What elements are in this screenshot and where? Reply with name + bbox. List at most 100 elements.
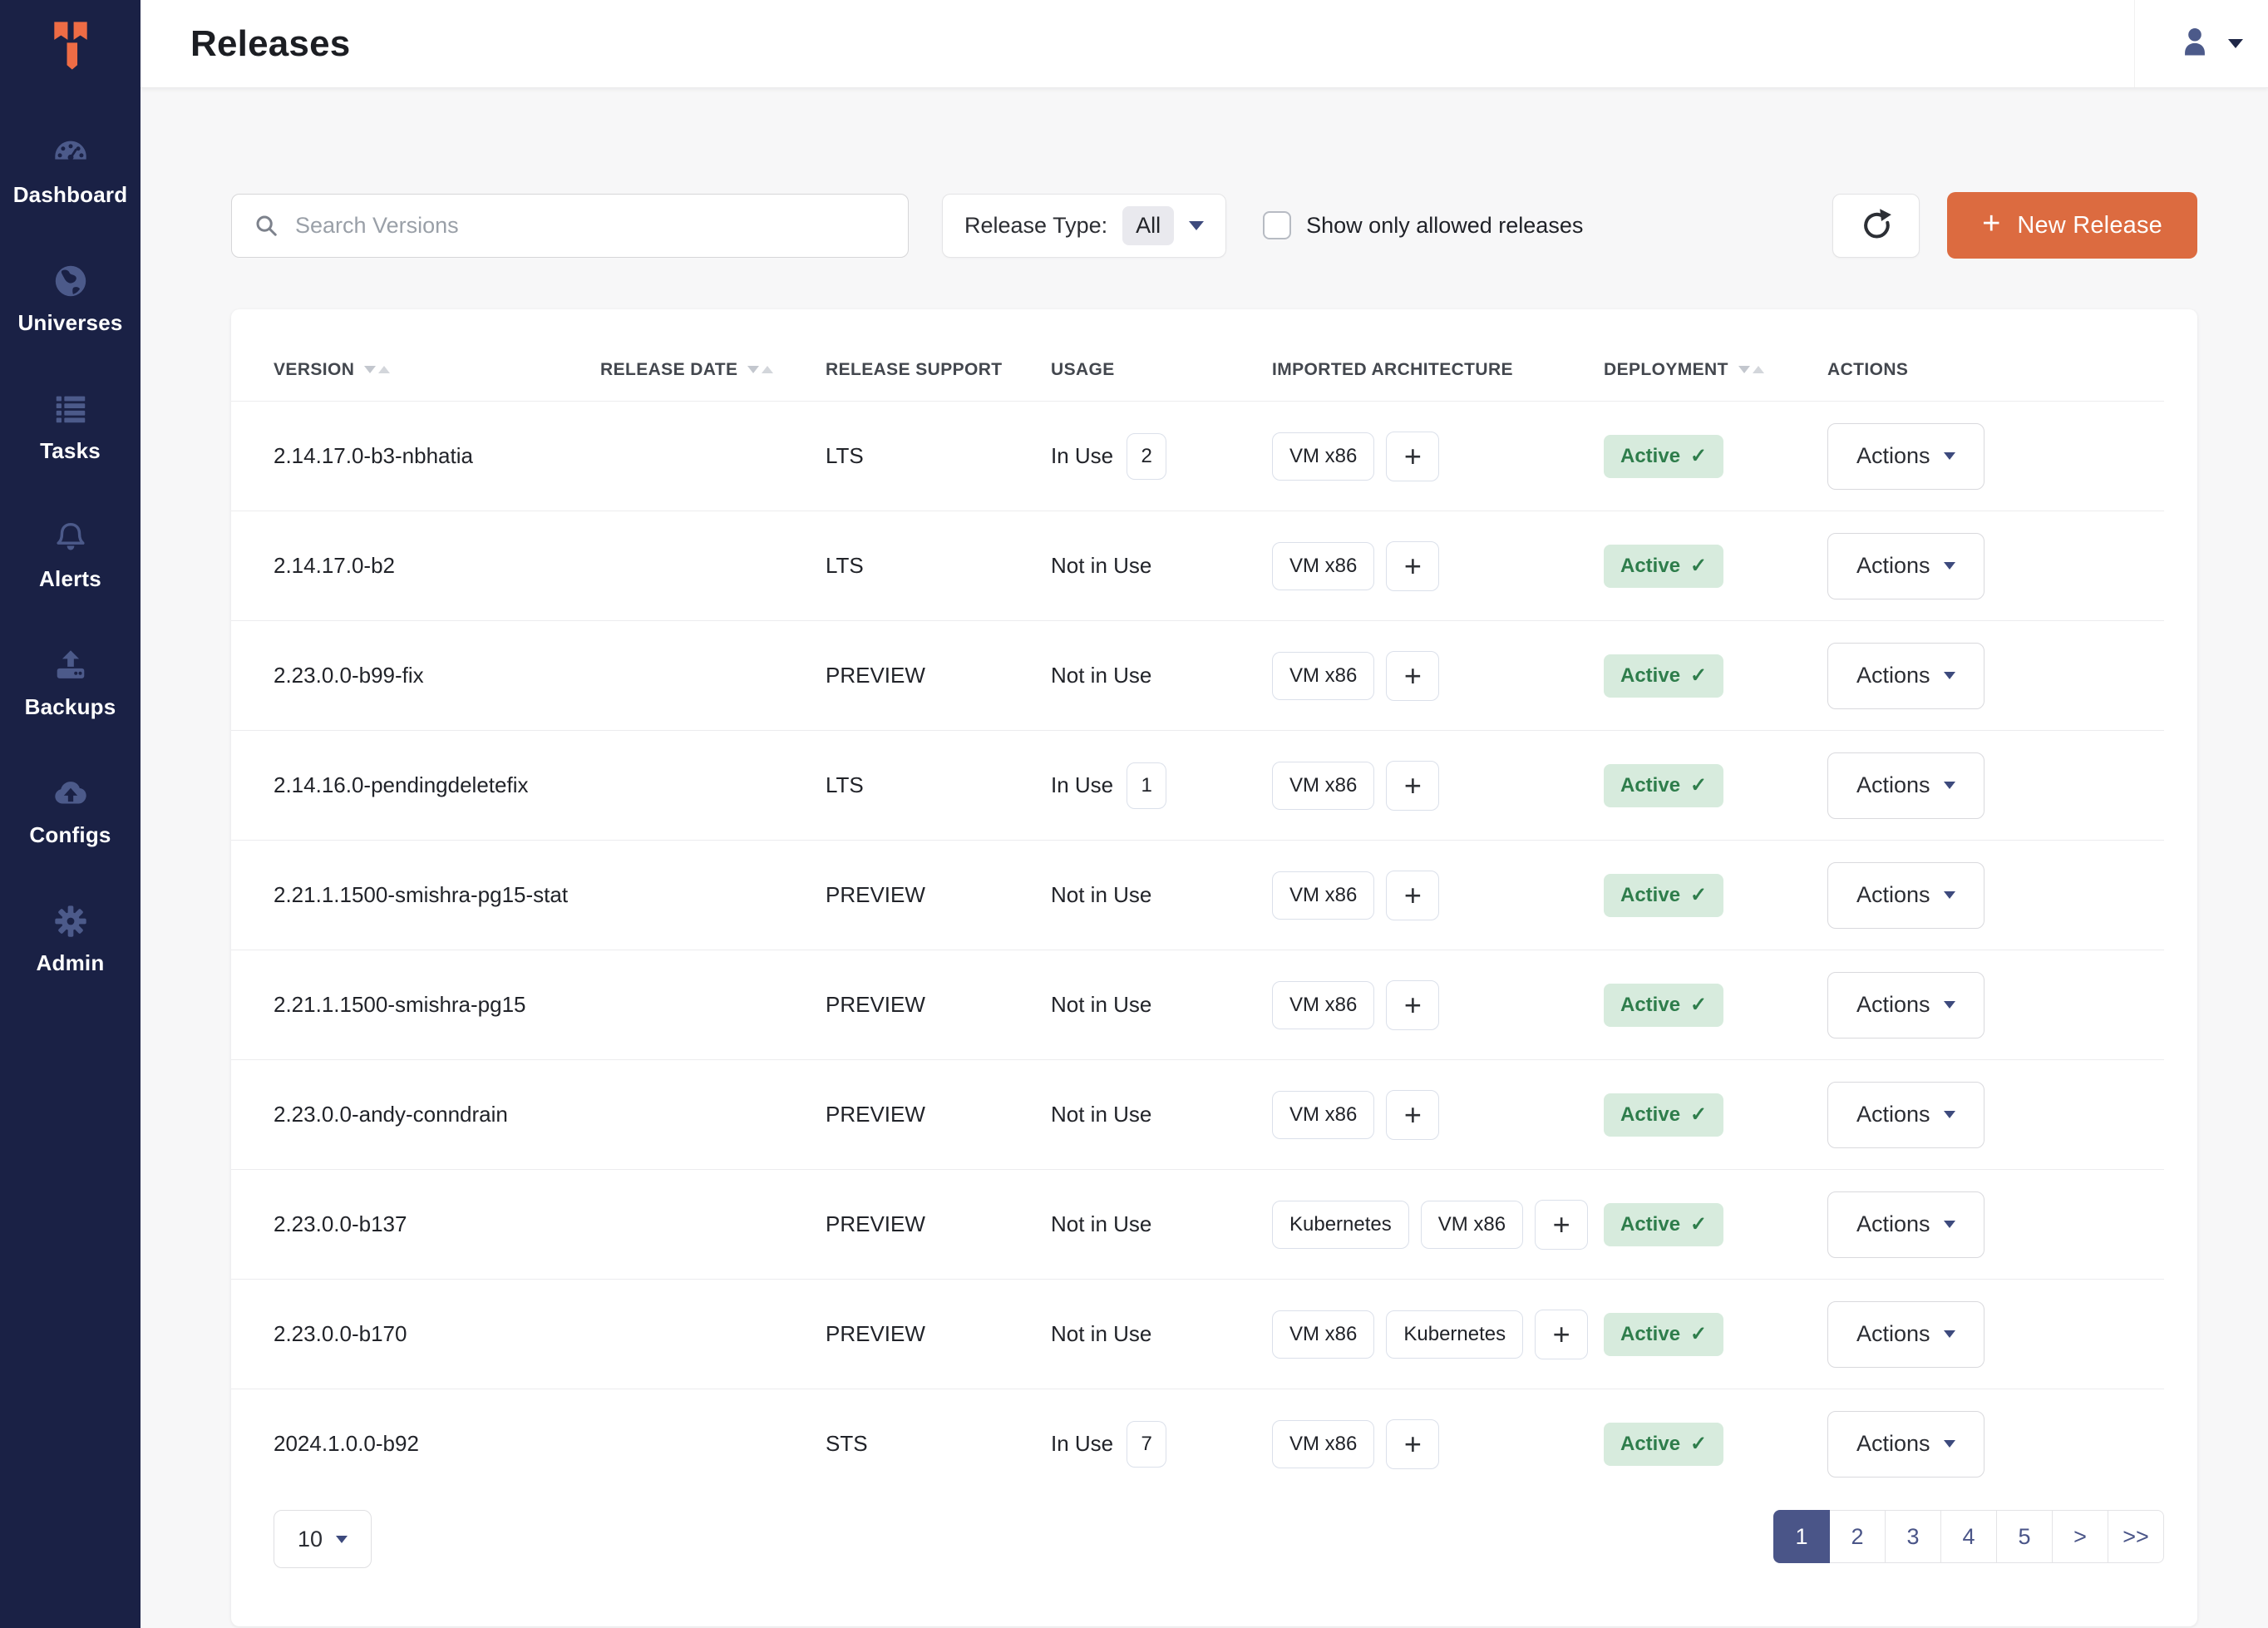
architecture-chip: VM x86: [1272, 1091, 1374, 1139]
architecture-chip: VM x86: [1272, 871, 1374, 920]
architecture-chip: VM x86: [1272, 432, 1374, 481]
column-header-label: VERSION: [274, 360, 354, 380]
sidebar: DashboardUniverses Tasks Alerts Backups Conf…: [0, 0, 141, 1628]
table-row[interactable]: 2.14.17.0-b3-nbhatiaLTSIn Use2VM x86+Act…: [231, 401, 2164, 511]
row-actions-button[interactable]: Actions: [1827, 1411, 1984, 1478]
show-allowed-checkbox[interactable]: [1263, 211, 1291, 239]
table-header-row: VERSION RELEASE DATERELEASE SUPPORTUSAGEI…: [231, 338, 2164, 401]
pagination-page-1[interactable]: 1: [1773, 1510, 1830, 1563]
search-input[interactable]: [293, 212, 886, 239]
row-actions-button[interactable]: Actions: [1827, 972, 1984, 1038]
pagination-next[interactable]: >: [2052, 1510, 2108, 1563]
check-icon: ✓: [1690, 883, 1707, 907]
add-architecture-button[interactable]: +: [1386, 651, 1439, 701]
version-text: 2.14.17.0-b3-nbhatia: [274, 443, 473, 468]
refresh-icon: [1858, 207, 1895, 244]
table-row[interactable]: 2.14.16.0-pendingdeletefixLTSIn Use1VM x…: [231, 730, 2164, 840]
sidebar-item-backups[interactable]: Backups: [0, 619, 141, 747]
user-menu-button[interactable]: [2135, 0, 2268, 87]
add-architecture-button[interactable]: +: [1535, 1310, 1588, 1359]
row-actions-button[interactable]: Actions: [1827, 423, 1984, 490]
add-architecture-button[interactable]: +: [1386, 761, 1439, 811]
row-actions-button[interactable]: Actions: [1827, 533, 1984, 599]
pagination-page-2[interactable]: 2: [1829, 1510, 1886, 1563]
plus-icon: +: [1404, 661, 1422, 691]
table-row[interactable]: 2.23.0.0-b170PREVIEWNot in UseVM x86Kube…: [231, 1279, 2164, 1389]
column-header-version[interactable]: VERSION: [274, 360, 600, 380]
plus-icon: +: [1404, 990, 1422, 1020]
table-row[interactable]: 2.23.0.0-b137PREVIEWNot in UseKubernetes…: [231, 1169, 2164, 1279]
sidebar-item-admin[interactable]: Admin: [0, 875, 141, 1003]
pagination-bar: 10 12345>>>: [231, 1510, 2164, 1568]
plus-icon: +: [1404, 1429, 1422, 1459]
column-header-deployment[interactable]: DEPLOYMENT: [1604, 360, 1827, 380]
yugabyte-logo-icon[interactable]: [0, 0, 141, 91]
new-release-button[interactable]: + New Release: [1947, 192, 2197, 259]
refresh-button[interactable]: [1832, 194, 1920, 258]
main-content: Release Type: All Show only allowed rele…: [141, 87, 2268, 1628]
pagination-page-3[interactable]: 3: [1885, 1510, 1941, 1563]
add-architecture-button[interactable]: +: [1386, 871, 1439, 920]
column-header-label: ACTIONS: [1827, 360, 1908, 380]
sidebar-item-configs[interactable]: Configs: [0, 747, 141, 875]
column-header-usage: USAGE: [1051, 360, 1272, 380]
user-icon: [2177, 23, 2213, 64]
sidebar-item-label: Backups: [25, 694, 116, 720]
sidebar-item-tasks[interactable]: Tasks: [0, 363, 141, 491]
add-architecture-button[interactable]: +: [1386, 980, 1439, 1030]
cloud-upload-icon: [52, 774, 90, 812]
release-type-dropdown[interactable]: Release Type: All: [942, 194, 1226, 258]
page-size-select[interactable]: 10: [274, 1510, 372, 1568]
chevron-down-icon: [1189, 221, 1204, 230]
row-actions-button[interactable]: Actions: [1827, 752, 1984, 819]
pagination-page-5[interactable]: 5: [1996, 1510, 2053, 1563]
usage-count-badge: 2: [1127, 433, 1166, 480]
table-row[interactable]: 2.21.1.1500-smishra-pg15PREVIEWNot in Us…: [231, 950, 2164, 1059]
actions-button-label: Actions: [1856, 1102, 1930, 1127]
plus-icon: +: [1553, 1210, 1570, 1240]
column-header-release-date[interactable]: RELEASE DATE: [600, 360, 826, 380]
version-text: 2.23.0.0-b170: [274, 1321, 407, 1346]
sidebar-item-alerts[interactable]: Alerts: [0, 491, 141, 619]
row-actions-button[interactable]: Actions: [1827, 1191, 1984, 1258]
add-architecture-button[interactable]: +: [1386, 1419, 1439, 1469]
sort-icon: [1738, 366, 1764, 373]
table-row[interactable]: 2.23.0.0-b99-fixPREVIEWNot in UseVM x86+…: [231, 620, 2164, 730]
row-actions-button[interactable]: Actions: [1827, 862, 1984, 929]
sidebar-item-label: Tasks: [40, 438, 101, 464]
pagination-page-4[interactable]: 4: [1940, 1510, 1997, 1563]
architecture-chip: VM x86: [1272, 652, 1374, 700]
add-architecture-button[interactable]: +: [1386, 432, 1439, 481]
chevron-down-icon: [1944, 1111, 1955, 1118]
pagination-last[interactable]: >>: [2108, 1510, 2164, 1563]
deployment-status-badge: Active✓: [1604, 435, 1723, 478]
add-architecture-button[interactable]: +: [1386, 541, 1439, 591]
architecture-chip: VM x86: [1272, 542, 1374, 590]
topbar: Releases: [141, 0, 2268, 88]
column-header-release-support: RELEASE SUPPORT: [826, 360, 1051, 380]
deployment-status-text: Active: [1620, 555, 1680, 578]
show-allowed-label: Show only allowed releases: [1306, 213, 1583, 239]
add-architecture-button[interactable]: +: [1386, 1090, 1439, 1140]
backup-upload-icon: [52, 646, 90, 684]
deployment-status-badge: Active✓: [1604, 654, 1723, 698]
add-architecture-button[interactable]: +: [1535, 1200, 1588, 1250]
actions-button-label: Actions: [1856, 443, 1930, 469]
row-actions-button[interactable]: Actions: [1827, 1082, 1984, 1148]
table-row[interactable]: 2024.1.0.0-b92STSIn Use7VM x86+Active✓Ac…: [231, 1389, 2164, 1498]
release-support-text: STS: [826, 1431, 868, 1456]
sidebar-item-universes[interactable]: Universes: [0, 234, 141, 363]
row-actions-button[interactable]: Actions: [1827, 1301, 1984, 1368]
architecture-chip: VM x86: [1272, 1310, 1374, 1359]
sidebar-item-dashboard[interactable]: Dashboard: [0, 106, 141, 234]
table-row[interactable]: 2.21.1.1500-smishra-pg15-statPREVIEWNot …: [231, 840, 2164, 950]
table-row[interactable]: 2.23.0.0-andy-conndrainPREVIEWNot in Use…: [231, 1059, 2164, 1169]
version-text: 2.21.1.1500-smishra-pg15-stat: [274, 882, 568, 907]
column-header-imported-architecture: IMPORTED ARCHITECTURE: [1272, 360, 1604, 380]
table-row[interactable]: 2.14.17.0-b2LTSNot in UseVM x86+Active✓A…: [231, 511, 2164, 620]
plus-icon: +: [1404, 442, 1422, 471]
search-box: [231, 194, 909, 258]
actions-button-label: Actions: [1856, 882, 1930, 908]
actions-button-label: Actions: [1856, 772, 1930, 798]
row-actions-button[interactable]: Actions: [1827, 643, 1984, 709]
